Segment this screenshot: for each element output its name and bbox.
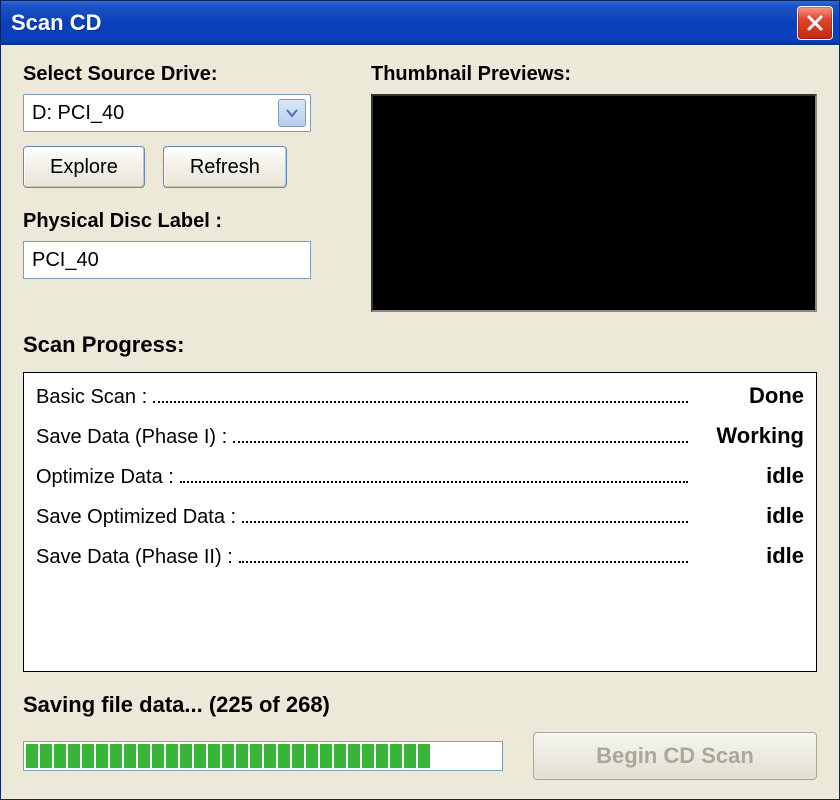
- progress-row-label: Optimize Data :: [36, 466, 174, 489]
- window-root: Scan CD Select Source Drive: D: PCI_40: [0, 0, 840, 800]
- progress-row: Basic Scan : Done: [36, 383, 804, 409]
- file-progress-bar: [23, 741, 503, 771]
- thumbnail-panel-wrap: Thumbnail Previews:: [371, 63, 817, 312]
- source-drive-label: Select Source Drive:: [23, 63, 343, 86]
- disc-label-input[interactable]: [23, 241, 311, 279]
- progress-segment: [180, 744, 192, 768]
- progress-row-label: Save Data (Phase I) :: [36, 426, 227, 449]
- close-button[interactable]: [797, 6, 833, 40]
- source-drive-value: D: PCI_40: [32, 102, 124, 125]
- progress-segment: [334, 744, 346, 768]
- progress-segment: [68, 744, 80, 768]
- progress-segment: [292, 744, 304, 768]
- progress-row-status: Done: [694, 383, 804, 409]
- explore-button[interactable]: Explore: [23, 146, 145, 188]
- progress-row-status: Working: [694, 423, 804, 449]
- scan-progress-panel: Basic Scan : Done Save Data (Phase I) : …: [23, 372, 817, 672]
- progress-segment: [26, 744, 38, 768]
- progress-segment: [390, 744, 402, 768]
- progress-segment: [376, 744, 388, 768]
- progress-segment: [278, 744, 290, 768]
- progress-segment: [320, 744, 332, 768]
- dropdown-arrow[interactable]: [278, 99, 306, 127]
- progress-segment: [138, 744, 150, 768]
- progress-segment: [166, 744, 178, 768]
- progress-segment: [306, 744, 318, 768]
- chevron-down-icon: [285, 106, 299, 120]
- progress-row: Save Data (Phase II) : idle: [36, 543, 804, 569]
- progress-row-label: Basic Scan :: [36, 386, 147, 409]
- top-row: Select Source Drive: D: PCI_40 Explore R…: [23, 63, 817, 312]
- progress-row-dots: [242, 505, 688, 523]
- status-text: Saving file data... (225 of 268): [23, 692, 817, 718]
- titlebar[interactable]: Scan CD: [1, 1, 839, 45]
- progress-row: Save Data (Phase I) : Working: [36, 423, 804, 449]
- progress-segment: [54, 744, 66, 768]
- progress-row: Save Optimized Data : idle: [36, 503, 804, 529]
- progress-segment: [208, 744, 220, 768]
- progress-row-label: Save Optimized Data :: [36, 506, 236, 529]
- progress-segment: [124, 744, 136, 768]
- progress-segment: [250, 744, 262, 768]
- source-drive-dropdown[interactable]: D: PCI_40: [23, 94, 311, 132]
- progress-row: Optimize Data : idle: [36, 463, 804, 489]
- progress-row-label: Save Data (Phase II) :: [36, 546, 233, 569]
- thumbnail-previews: [371, 94, 817, 312]
- progress-segment: [222, 744, 234, 768]
- progress-row-dots: [153, 385, 688, 403]
- progress-segment: [40, 744, 52, 768]
- progress-row-dots: [233, 425, 688, 443]
- progress-segment: [110, 744, 122, 768]
- progress-segment: [264, 744, 276, 768]
- thumbnail-label: Thumbnail Previews:: [371, 63, 817, 86]
- progress-segment: [362, 744, 374, 768]
- drive-buttons: Explore Refresh: [23, 146, 343, 188]
- window-title: Scan CD: [11, 10, 101, 36]
- progress-segment: [194, 744, 206, 768]
- refresh-button[interactable]: Refresh: [163, 146, 287, 188]
- progress-segment: [152, 744, 164, 768]
- progress-row-status: idle: [694, 463, 804, 489]
- client-area: Select Source Drive: D: PCI_40 Explore R…: [1, 45, 839, 799]
- progress-segment: [348, 744, 360, 768]
- progress-segment: [82, 744, 94, 768]
- progress-row-status: idle: [694, 503, 804, 529]
- bottom-row: Begin CD Scan: [23, 732, 817, 780]
- progress-segment: [418, 744, 430, 768]
- progress-row-dots: [180, 465, 688, 483]
- progress-segment: [96, 744, 108, 768]
- progress-segment: [404, 744, 416, 768]
- source-panel: Select Source Drive: D: PCI_40 Explore R…: [23, 63, 343, 312]
- progress-segment: [236, 744, 248, 768]
- progress-row-status: idle: [694, 543, 804, 569]
- close-icon: [806, 14, 824, 32]
- progress-row-dots: [239, 545, 688, 563]
- scan-progress-heading: Scan Progress:: [23, 332, 817, 358]
- begin-cd-scan-button[interactable]: Begin CD Scan: [533, 732, 817, 780]
- disc-label-heading: Physical Disc Label :: [23, 210, 343, 233]
